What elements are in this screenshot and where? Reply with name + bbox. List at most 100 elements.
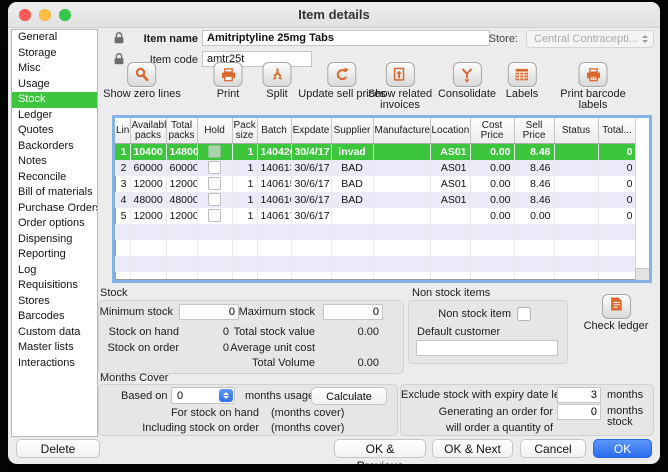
sidebar-item-reporting[interactable]: Reporting <box>12 247 97 263</box>
close-window-icon[interactable] <box>19 9 31 21</box>
calculate-button[interactable]: Calculate <box>311 387 387 405</box>
sidebar-item-notes[interactable]: Notes <box>12 154 97 170</box>
cell-cost-price: 0.00 <box>470 176 514 192</box>
sidebar-item-interactions[interactable]: Interactions <box>12 356 97 372</box>
cell-cost-price: 0.00 <box>470 208 514 224</box>
minimize-window-icon[interactable] <box>39 9 51 21</box>
vertical-scrollbar[interactable] <box>635 118 649 280</box>
sidebar-item-quotes[interactable]: Quotes <box>12 123 97 139</box>
cell-sell-price: 8.46 <box>514 176 554 192</box>
table-row[interactable]: 51200012000114061730/6/170.000.000 <box>115 208 636 224</box>
based-on-label: Based on <box>121 390 167 402</box>
window-title: Item details <box>8 2 660 27</box>
store-select[interactable]: Central Contracepti... <box>526 30 654 48</box>
labels-button[interactable]: Labels <box>506 62 538 100</box>
column-header-cost-price[interactable]: Cost Price <box>470 118 514 144</box>
column-header-expdate[interactable]: Expdate <box>291 118 331 144</box>
sidebar-item-stock[interactable]: Stock <box>12 92 97 108</box>
sidebar-item-usage[interactable]: Usage <box>12 77 97 93</box>
split-icon <box>263 62 292 87</box>
sidebar-item-requisitions[interactable]: Requisitions <box>12 278 97 294</box>
default-customer-input[interactable] <box>416 340 558 356</box>
sidebar-item-master-lists[interactable]: Master lists <box>12 340 97 356</box>
maximum-stock-input[interactable] <box>323 304 383 320</box>
column-header-status[interactable]: Status <box>554 118 598 144</box>
column-header-supplier[interactable]: Supplier <box>331 118 373 144</box>
item-name-input[interactable] <box>202 30 490 46</box>
cell-total <box>598 224 636 240</box>
consolidate-button[interactable]: Consolidate <box>438 62 496 100</box>
cell-expdate <box>291 272 331 284</box>
sidebar-item-custom-data[interactable]: Custom data <box>12 325 97 341</box>
sidebar-item-misc[interactable]: Misc <box>12 61 97 77</box>
cell-total: 0 <box>598 176 636 192</box>
column-header-total-packs[interactable]: Total packs <box>166 118 197 144</box>
generating-months-input[interactable] <box>557 404 601 420</box>
print-button[interactable]: Print <box>214 62 243 100</box>
cell-sell-price <box>514 272 554 284</box>
table-row[interactable]: 31200012000114061530/6/17BADAS010.008.46… <box>115 176 636 192</box>
table-empty-row <box>115 240 636 256</box>
sidebar-item-storage[interactable]: Storage <box>12 46 97 62</box>
cell-sell-price <box>514 256 554 272</box>
cell-available-packs: 12000 <box>130 208 166 224</box>
cell-supplier <box>331 208 373 224</box>
show-zero-lines-button[interactable]: Show zero lines <box>103 62 181 100</box>
sidebar-item-log[interactable]: Log <box>12 263 97 279</box>
column-header-line[interactable]: Line <box>115 118 130 144</box>
sidebar-item-reconcile[interactable]: Reconcile <box>12 170 97 186</box>
hold-checkbox[interactable] <box>208 193 221 206</box>
non-stock-item-checkbox[interactable] <box>517 307 531 321</box>
sidebar-item-ledger[interactable]: Ledger <box>12 108 97 124</box>
split-button[interactable]: Split <box>263 62 292 100</box>
column-header-total[interactable]: Total... <box>598 118 636 144</box>
cell-total-packs <box>166 240 197 256</box>
cell-line: 1 <box>115 144 130 160</box>
cell-supplier: BAD <box>331 160 373 176</box>
column-header-manufacturer[interactable]: Manufacturer <box>373 118 430 144</box>
based-on-select[interactable]: 0 <box>171 387 235 404</box>
hold-checkbox[interactable] <box>208 209 221 222</box>
ok-button[interactable]: OK <box>593 439 652 458</box>
cell-batch: 140615 <box>257 176 291 192</box>
sidebar-item-barcodes[interactable]: Barcodes <box>12 309 97 325</box>
table-empty-row <box>115 256 636 272</box>
table-empty-row <box>115 272 636 284</box>
sidebar-item-backorders[interactable]: Backorders <box>12 139 97 155</box>
table-row[interactable]: 11040014800114042630/4/17invadAS010.008.… <box>115 144 636 160</box>
printer-icon <box>214 62 243 87</box>
sidebar-item-stores[interactable]: Stores <box>12 294 97 310</box>
sidebar-item-dispensing[interactable]: Dispensing <box>12 232 97 248</box>
column-header-pack-size[interactable]: Pack size <box>232 118 257 144</box>
non-stock-item-label: Non stock item <box>419 308 511 320</box>
column-header-available-packs[interactable]: Available packs <box>130 118 166 144</box>
check-ledger-button[interactable] <box>602 294 631 319</box>
cell-available-packs: 60000 <box>130 160 166 176</box>
ok-next-button[interactable]: OK & Next <box>432 439 513 458</box>
sidebar-item-order-options[interactable]: Order options <box>12 216 97 232</box>
exclude-months-input[interactable] <box>557 387 601 403</box>
table-row[interactable]: 26000060000114061330/6/17BADAS010.008.46… <box>115 160 636 176</box>
table-row[interactable]: 44800048000114061030/6/17BADAS010.008.46… <box>115 192 636 208</box>
print-barcode-labels-button[interactable]: Print barcode labels <box>560 62 627 111</box>
check-ledger-label: Check ledger <box>580 321 652 332</box>
sidebar-item-general[interactable]: General <box>12 30 97 46</box>
hold-checkbox[interactable] <box>208 177 221 190</box>
sidebar-item-bill-of-materials[interactable]: Bill of materials <box>12 185 97 201</box>
cell-batch: 140426 <box>257 144 291 160</box>
months-cover-left-box: Based on 0 months usage Calculate For st… <box>98 384 398 436</box>
hold-checkbox[interactable] <box>208 145 221 158</box>
column-header-batch[interactable]: Batch <box>257 118 291 144</box>
hold-checkbox[interactable] <box>208 161 221 174</box>
cell-hold <box>197 176 232 192</box>
ok-previous-button[interactable]: OK & Previous <box>334 439 426 458</box>
column-header-sell-price[interactable]: Sell Price <box>514 118 554 144</box>
delete-button[interactable]: Delete <box>16 439 100 458</box>
cancel-button[interactable]: Cancel <box>520 439 586 458</box>
cell-manufacturer <box>373 176 430 192</box>
column-header-hold[interactable]: Hold <box>197 118 232 144</box>
zoom-window-icon[interactable] <box>59 9 71 21</box>
column-header-location[interactable]: Location <box>430 118 470 144</box>
sidebar-item-purchase-orders[interactable]: Purchase Orders <box>12 201 97 217</box>
show-related-invoices-button[interactable]: Show related invoices <box>368 62 432 111</box>
